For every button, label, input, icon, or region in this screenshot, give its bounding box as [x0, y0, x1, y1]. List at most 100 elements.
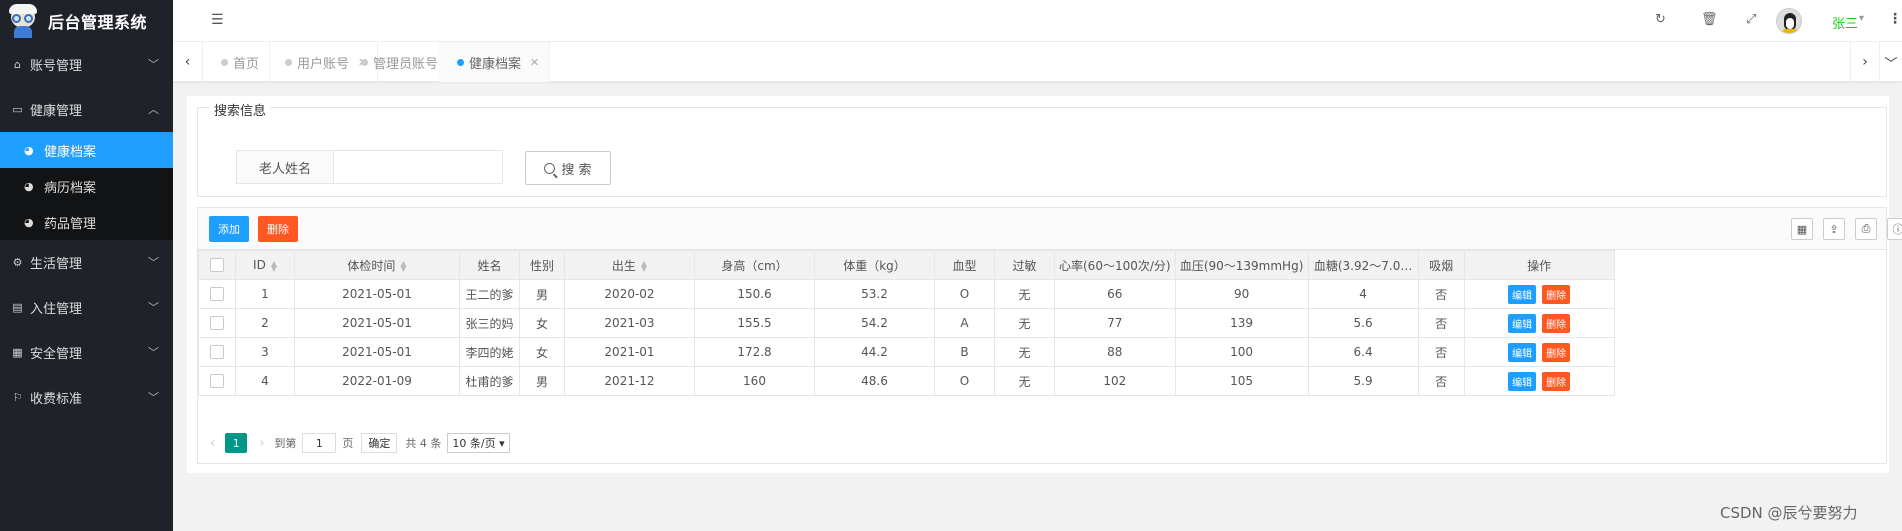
sort-icon[interactable]: ▲ ▼ [641, 260, 647, 273]
sort-icon[interactable]: ▲ ▼ [271, 259, 277, 272]
caret-down-icon[interactable]: ▾ [1859, 13, 1864, 24]
prev-page-icon[interactable]: ‹ [210, 436, 215, 451]
table-cell: O [934, 279, 995, 309]
edit-button[interactable]: 编辑 [1508, 313, 1537, 333]
tabs-scroll-right-icon[interactable]: › [1850, 42, 1880, 82]
table-cell: 否 [1417, 366, 1465, 396]
tab-label: 健康档案 [469, 56, 522, 72]
col-id[interactable]: ID ▲ ▼ [235, 250, 295, 280]
table-row[interactable]: 1 2021-05-01 王二的爹男 2020-02 150.6 53.2 O 无 66 90 4 否… [198, 279, 1615, 309]
tab-dot-icon [457, 58, 464, 66]
info-icon[interactable]: ⓘ [1887, 218, 1902, 240]
table-cell: 无 [994, 366, 1055, 396]
sidebar-subitem-label: 药品管理 [44, 216, 97, 232]
row-select-cell[interactable] [198, 337, 236, 367]
col-exam-date[interactable]: 体检时间 ▲ ▼ [294, 250, 460, 280]
table-cell: O [934, 366, 995, 396]
sidebar-item-security[interactable]: ▦ 安全管理 ﹀ [0, 330, 173, 375]
sidebar-subitem-health-records[interactable]: ◕ 健康档案 [0, 132, 173, 168]
menu-toggle-icon[interactable]: ☰ [211, 12, 224, 28]
page-size-select[interactable]: 10 条/页 ▾ [447, 433, 510, 453]
flag-icon: ⚐ [12, 391, 23, 404]
sidebar-item-fees[interactable]: ⚐ 收费标准 ﹀ [0, 375, 173, 420]
tabs-scroll-left-icon[interactable]: ‹ [173, 42, 203, 82]
table-cell: 4 [235, 366, 295, 396]
tab-label: 用户账号 [297, 56, 350, 72]
dashboard-icon: ◕ [24, 143, 34, 157]
tab-home[interactable]: 首页 [203, 42, 271, 82]
main-content: 搜索信息 老人姓名 搜 索 添加 删除 ▦ ⇪ ⎙ ⓘ ID ▲ ▼ 体检时间 … [187, 96, 1902, 473]
goto-page-input[interactable]: 1 [302, 433, 337, 453]
sidebar-item-account[interactable]: ⌂ 账号管理 ﹀ [0, 42, 173, 87]
table-cell: 无 [994, 308, 1055, 338]
edit-button[interactable]: 编辑 [1508, 284, 1537, 304]
sidebar-subitem-medical-records[interactable]: ◕ 病历档案 [0, 168, 173, 204]
search-input[interactable] [333, 150, 503, 184]
table-row[interactable]: 4 2022-01-09 杜甫的爹男 2021-12 160 48.6 O 无 102 105 5.… [198, 366, 1615, 396]
sidebar-subitem-label: 健康档案 [44, 144, 97, 160]
table-cell: 李四的姥 [459, 337, 520, 367]
sidebar-item-label: 健康管理 [30, 104, 83, 119]
table-row[interactable]: 3 2021-05-01 李四的姥女 2021-01 172.8 44.2 B 无 88 100 6… [198, 337, 1615, 367]
select-all-cell[interactable] [198, 250, 236, 280]
more-vertical-icon[interactable]: ⋮ [1888, 11, 1902, 27]
row-checkbox[interactable] [210, 345, 224, 360]
table-cell: 48.6 [814, 366, 935, 396]
fullscreen-icon[interactable]: ⤢ [1746, 12, 1756, 27]
search-button[interactable]: 搜 索 [525, 151, 611, 185]
chevron-up-icon: ︿ [148, 103, 159, 116]
edit-button[interactable]: 编辑 [1508, 371, 1537, 391]
logo[interactable]: 后台管理系统 [0, 0, 173, 42]
row-delete-button[interactable]: 删除 [1542, 284, 1571, 304]
goto-suffix: 页 [342, 437, 354, 450]
trash-icon[interactable]: 🗑 [1701, 12, 1718, 27]
table-cell: 90 [1174, 279, 1309, 309]
delete-button[interactable]: 删除 [258, 216, 298, 242]
sidebar-item-life[interactable]: ⚙ 生活管理 ﹀ [0, 240, 173, 285]
row-select-cell[interactable] [198, 279, 236, 309]
row-delete-button[interactable]: 删除 [1542, 342, 1571, 362]
goto-confirm-button[interactable]: 确定 [361, 433, 398, 453]
sidebar-item-health[interactable]: ▭ 健康管理 ︿ [0, 87, 173, 132]
select-all-checkbox[interactable] [210, 258, 224, 273]
tab-label: 管理员账号 [373, 56, 439, 72]
row-actions-cell: 编辑 删除 [1463, 366, 1615, 396]
page-current[interactable]: 1 [225, 433, 248, 453]
sidebar-item-checkin[interactable]: ▤ 入住管理 ﹀ [0, 285, 173, 330]
col-actions: 操作 [1463, 250, 1615, 280]
chevron-down-icon: ﹀ [148, 346, 159, 359]
row-checkbox[interactable] [210, 374, 224, 389]
print-icon[interactable]: ⎙ [1855, 218, 1877, 240]
username[interactable]: 张三 [1832, 13, 1858, 32]
home-icon: ⌂ [14, 58, 21, 71]
total-count: 共 4 条 [405, 437, 442, 450]
next-page-icon[interactable]: › [259, 436, 264, 451]
table-row[interactable]: 2 2021-05-01 张三的妈女 2021-03 155.5 54.2 A 无 77 139 5… [198, 308, 1615, 338]
row-select-cell[interactable] [198, 366, 236, 396]
search-icon [544, 162, 556, 174]
row-checkbox[interactable] [210, 316, 224, 331]
tabs-menu-chevron-down-icon[interactable]: ﹀ [1880, 42, 1902, 82]
row-select-cell[interactable] [198, 308, 236, 338]
sort-icon[interactable]: ▲ ▼ [400, 260, 406, 273]
col-blood-type: 血型 [934, 250, 995, 280]
table-cell: 2021-03 [564, 308, 695, 338]
avatar[interactable] [1776, 8, 1802, 34]
columns-filter-icon[interactable]: ▦ [1791, 218, 1813, 240]
sidebar-subitem-medicine[interactable]: ◕ 药品管理 [0, 204, 173, 240]
row-checkbox[interactable] [210, 287, 224, 302]
add-button[interactable]: 添加 [209, 216, 249, 242]
tab-health-records[interactable]: 健康档案 ✕ [439, 42, 551, 82]
close-icon[interactable]: ✕ [530, 56, 539, 69]
export-icon[interactable]: ⇪ [1823, 218, 1845, 240]
dashboard-icon: ◕ [24, 215, 34, 229]
row-delete-button[interactable]: 删除 [1542, 313, 1571, 333]
top-header: ☰ ↻ 🗑 ⤢ 张三 ▾ ⋮ [173, 0, 1902, 42]
row-delete-button[interactable]: 删除 [1542, 371, 1571, 391]
refresh-icon[interactable]: ↻ [1655, 12, 1666, 27]
col-birth[interactable]: 出生 ▲ ▼ [564, 250, 695, 280]
chevron-down-icon: ﹀ [148, 256, 159, 269]
table-cell: 44.2 [814, 337, 935, 367]
edit-button[interactable]: 编辑 [1508, 342, 1537, 362]
table-cell: 77 [1054, 308, 1176, 338]
